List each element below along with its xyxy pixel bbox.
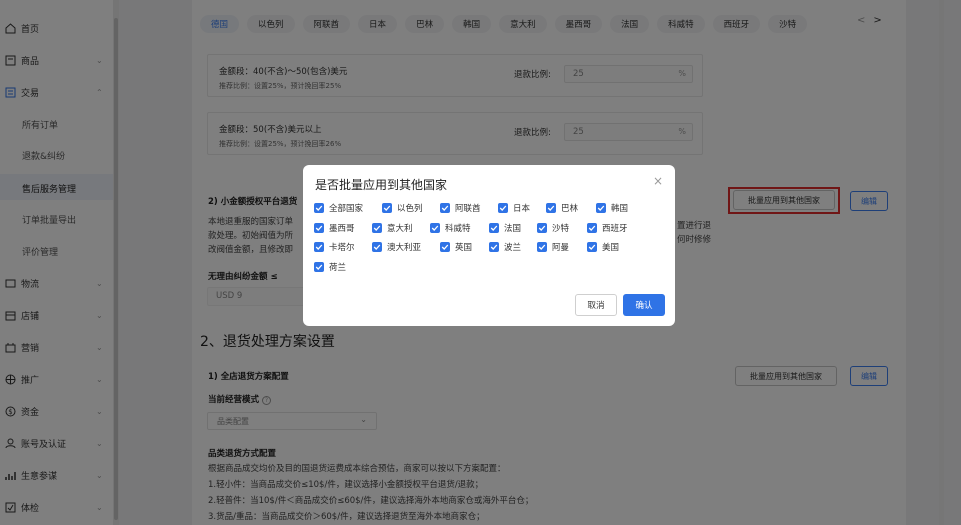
checkbox-label: 韩国: [611, 204, 629, 214]
country-checkbox[interactable]: 波兰: [489, 241, 521, 253]
country-checkbox[interactable]: 美国: [587, 241, 619, 253]
checkbox-checked-icon: [537, 242, 547, 252]
checkbox-label: 阿联酋: [455, 204, 481, 214]
checkbox-label: 英国: [455, 243, 473, 253]
checkbox-label: 巴林: [561, 204, 579, 214]
checkbox-checked-icon: [440, 203, 450, 213]
checkbox-checked-icon: [314, 203, 324, 213]
confirm-button[interactable]: 确认: [623, 294, 665, 316]
checkbox-label: 西班牙: [602, 224, 628, 234]
checkbox-label: 全部国家: [329, 204, 364, 214]
checkbox-checked-icon: [314, 223, 324, 233]
checkbox-label: 波兰: [504, 243, 522, 253]
checkbox-label: 科威特: [445, 224, 471, 234]
country-checkbox[interactable]: 沙特: [537, 222, 569, 234]
country-checkbox[interactable]: 全部国家: [314, 202, 363, 214]
checkbox-checked-icon: [314, 242, 324, 252]
country-checkbox[interactable]: 西班牙: [587, 222, 628, 234]
country-checkbox[interactable]: 巴林: [546, 202, 578, 214]
checkbox-label: 墨西哥: [329, 224, 355, 234]
checkbox-checked-icon: [587, 223, 597, 233]
checkbox-checked-icon: [372, 242, 382, 252]
country-checkbox[interactable]: 阿联酋: [440, 202, 481, 214]
country-checkbox[interactable]: 韩国: [596, 202, 628, 214]
country-checkbox[interactable]: 卡塔尔: [314, 241, 355, 253]
checkbox-label: 卡塔尔: [329, 243, 355, 253]
country-checkbox[interactable]: 法国: [489, 222, 521, 234]
country-checkbox[interactable]: 意大利: [372, 222, 413, 234]
checkbox-checked-icon: [546, 203, 556, 213]
dialog-title: 是否批量应用到其他国家: [315, 178, 448, 192]
checkbox-label: 澳大利亚: [387, 243, 422, 253]
checkbox-checked-icon: [430, 223, 440, 233]
checkbox-label: 日本: [513, 204, 531, 214]
checkbox-label: 沙特: [552, 224, 570, 234]
checkbox-checked-icon: [382, 203, 392, 213]
checkbox-label: 荷兰: [329, 263, 347, 273]
checkbox-checked-icon: [489, 223, 499, 233]
country-checkbox[interactable]: 英国: [440, 241, 472, 253]
checkbox-checked-icon: [537, 223, 547, 233]
country-checkbox[interactable]: 日本: [498, 202, 530, 214]
checkbox-label: 意大利: [387, 224, 413, 234]
checkbox-label: 美国: [602, 243, 620, 253]
checkbox-label: 法国: [504, 224, 522, 234]
cancel-button[interactable]: 取消: [575, 294, 617, 316]
checkbox-checked-icon: [489, 242, 499, 252]
country-checkbox[interactable]: 澳大利亚: [372, 241, 421, 253]
checkbox-checked-icon: [314, 262, 324, 272]
country-checkbox[interactable]: 阿曼: [537, 241, 569, 253]
batch-apply-dialog: 是否批量应用到其他国家 × 全部国家 以色列 阿联酋 日本 巴林 韩国 墨西哥 …: [303, 165, 675, 326]
checkbox-checked-icon: [440, 242, 450, 252]
country-checkbox[interactable]: 墨西哥: [314, 222, 355, 234]
checkbox-label: 阿曼: [552, 243, 570, 253]
checkbox-checked-icon: [372, 223, 382, 233]
checkbox-checked-icon: [587, 242, 597, 252]
close-icon[interactable]: ×: [653, 174, 663, 188]
checkbox-checked-icon: [498, 203, 508, 213]
country-checkbox[interactable]: 科威特: [430, 222, 471, 234]
country-checkbox[interactable]: 荷兰: [314, 261, 346, 273]
checkbox-checked-icon: [596, 203, 606, 213]
checkbox-label: 以色列: [397, 204, 423, 214]
country-checkbox[interactable]: 以色列: [382, 202, 423, 214]
